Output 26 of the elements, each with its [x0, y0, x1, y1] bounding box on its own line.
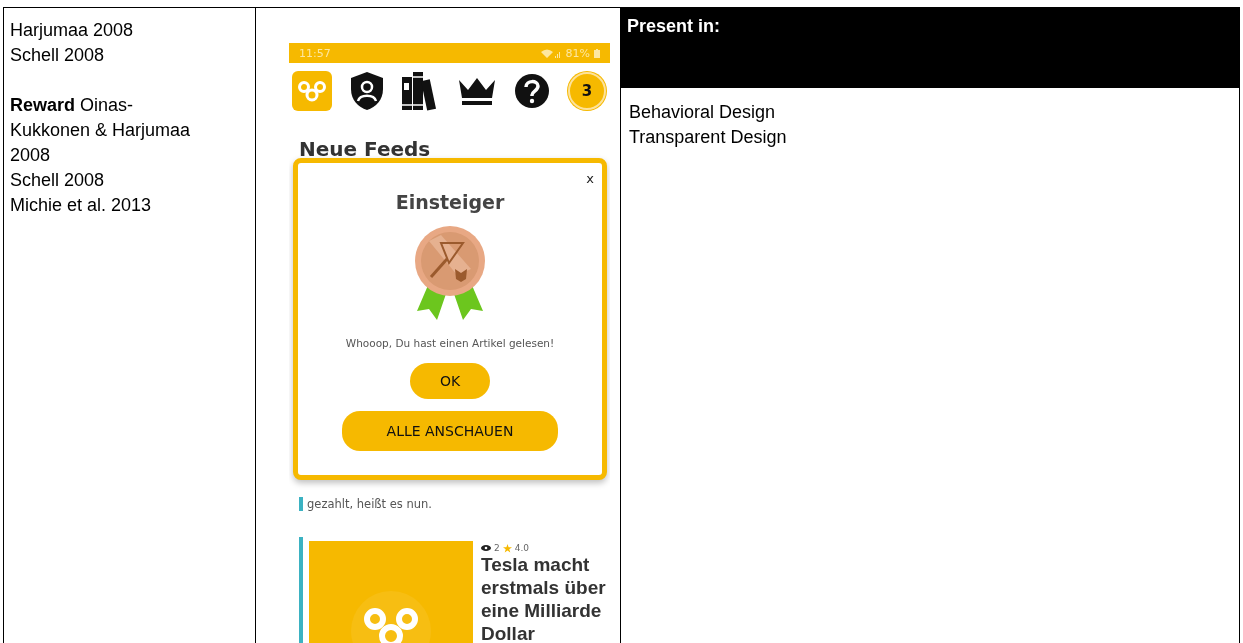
ok-button[interactable]: OK	[410, 363, 490, 399]
crown-icon[interactable]	[456, 76, 497, 106]
eye-icon	[481, 545, 491, 551]
rating-value: 4.0	[514, 543, 530, 553]
help-icon[interactable]	[514, 73, 551, 109]
dialog-message: Whooop, Du hast einen Artikel gelesen!	[345, 337, 555, 349]
battery-icon	[594, 48, 600, 58]
reference-text: Schell 2008	[10, 44, 106, 67]
reference-paragraph: Reward Oinas- Kukkonen & Harjumaa 2008 Schell 2008 Michie et al. 2013	[10, 94, 192, 217]
battery-level: 81%	[565, 46, 590, 60]
shield-user-icon[interactable]	[349, 71, 384, 111]
status-time: 11:57	[299, 46, 332, 60]
reference-text: Harjumaa 2008	[10, 19, 135, 42]
article-snippet: gezahlt, heißt es nun.	[299, 497, 610, 511]
section-heading: Neue Feeds	[299, 137, 432, 159]
star-icon	[502, 543, 512, 553]
dialog-title: Einsteiger	[395, 191, 505, 213]
article-title[interactable]: Tesla macht erstmals über eine Milliarde Dollar	[481, 553, 610, 643]
close-button[interactable]: x	[586, 171, 594, 186]
view-count: 2	[494, 543, 500, 553]
signal-icon	[539, 48, 562, 58]
column-header: Present in:	[621, 8, 1239, 88]
level-badge[interactable]: 3	[567, 72, 606, 110]
design-category: Behavioral Design	[628, 101, 777, 124]
design-category: Transparent Design	[628, 126, 788, 149]
view-all-button[interactable]: ALLE ANSCHAUEN	[342, 411, 558, 451]
